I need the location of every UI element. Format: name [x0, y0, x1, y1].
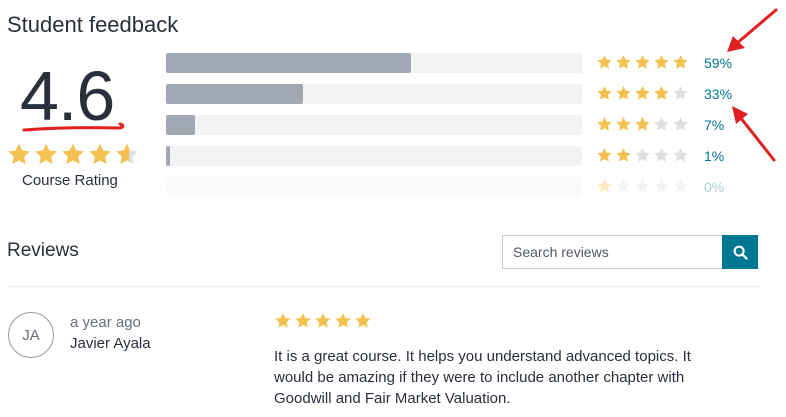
- star-icon: [355, 313, 371, 328]
- review-stars: [274, 312, 372, 329]
- red-underline-annotation: [22, 122, 125, 132]
- search-reviews: [502, 235, 758, 269]
- star-icon: [654, 148, 669, 162]
- star-icon: [673, 86, 688, 100]
- rating-bar-track: [166, 53, 582, 73]
- star-icon: [275, 313, 291, 328]
- rating-percent[interactable]: 33%: [704, 86, 732, 102]
- average-rating-stars: [6, 142, 140, 166]
- star-icon: [654, 55, 669, 69]
- star-icon: [335, 313, 351, 328]
- star-icon: [673, 55, 688, 69]
- star-icon: [616, 117, 631, 131]
- reviews-title: Reviews: [7, 240, 79, 261]
- star-icon: [673, 179, 688, 193]
- reviewer-name: Javier Ayala: [70, 335, 151, 352]
- row-stars: [596, 178, 689, 194]
- star-icon: [62, 143, 84, 165]
- star-icon: [635, 179, 650, 193]
- avatar: JA: [8, 312, 54, 358]
- star-icon: [597, 55, 612, 69]
- star-icon: [597, 117, 612, 131]
- star-icon: [635, 55, 650, 69]
- star-icon: [616, 55, 631, 69]
- rating-percent[interactable]: 59%: [704, 55, 732, 71]
- rating-bar-track: [166, 177, 582, 197]
- star-icon: [635, 148, 650, 162]
- course-rating-label: Course Rating: [22, 172, 118, 189]
- rating-bar-track: [166, 146, 582, 166]
- row-stars: [596, 147, 689, 163]
- star-icon: [315, 313, 331, 328]
- star-icon: [673, 148, 688, 162]
- star-icon: [673, 117, 688, 131]
- star-icon: [654, 179, 669, 193]
- star-icon: [616, 86, 631, 100]
- star-icon: [116, 143, 138, 165]
- search-input[interactable]: [502, 235, 722, 269]
- rating-percent[interactable]: 1%: [704, 148, 724, 164]
- star-icon: [616, 148, 631, 162]
- row-stars: [596, 116, 689, 132]
- rating-bar-fill: [166, 115, 196, 135]
- star-icon: [654, 117, 669, 131]
- star-icon: [635, 117, 650, 131]
- star-icon: [597, 148, 612, 162]
- rating-percent: 0%: [704, 179, 725, 195]
- divider: [7, 286, 759, 287]
- rating-bar-track: [166, 84, 582, 104]
- rating-bar-fill: [166, 146, 170, 166]
- star-icon: [616, 179, 631, 193]
- star-icon: [8, 143, 30, 165]
- page-title: Student feedback: [7, 12, 179, 37]
- review-time: a year ago: [70, 314, 141, 331]
- row-stars: [596, 54, 689, 70]
- rating-bar-track: [166, 115, 582, 135]
- search-button[interactable]: [722, 235, 758, 269]
- star-icon: [654, 86, 669, 100]
- star-icon: [295, 313, 311, 328]
- star-icon: [89, 143, 111, 165]
- rating-bar-fill: [166, 84, 304, 104]
- row-stars: [596, 85, 689, 101]
- star-icon: [35, 143, 57, 165]
- rating-bar-fill: [166, 53, 412, 73]
- rating-percent[interactable]: 7%: [704, 117, 724, 133]
- search-icon: [733, 245, 748, 260]
- star-icon: [635, 86, 650, 100]
- star-icon: [597, 86, 612, 100]
- review-text: It is a great course. It helps you under…: [274, 348, 691, 407]
- star-icon: [597, 179, 612, 193]
